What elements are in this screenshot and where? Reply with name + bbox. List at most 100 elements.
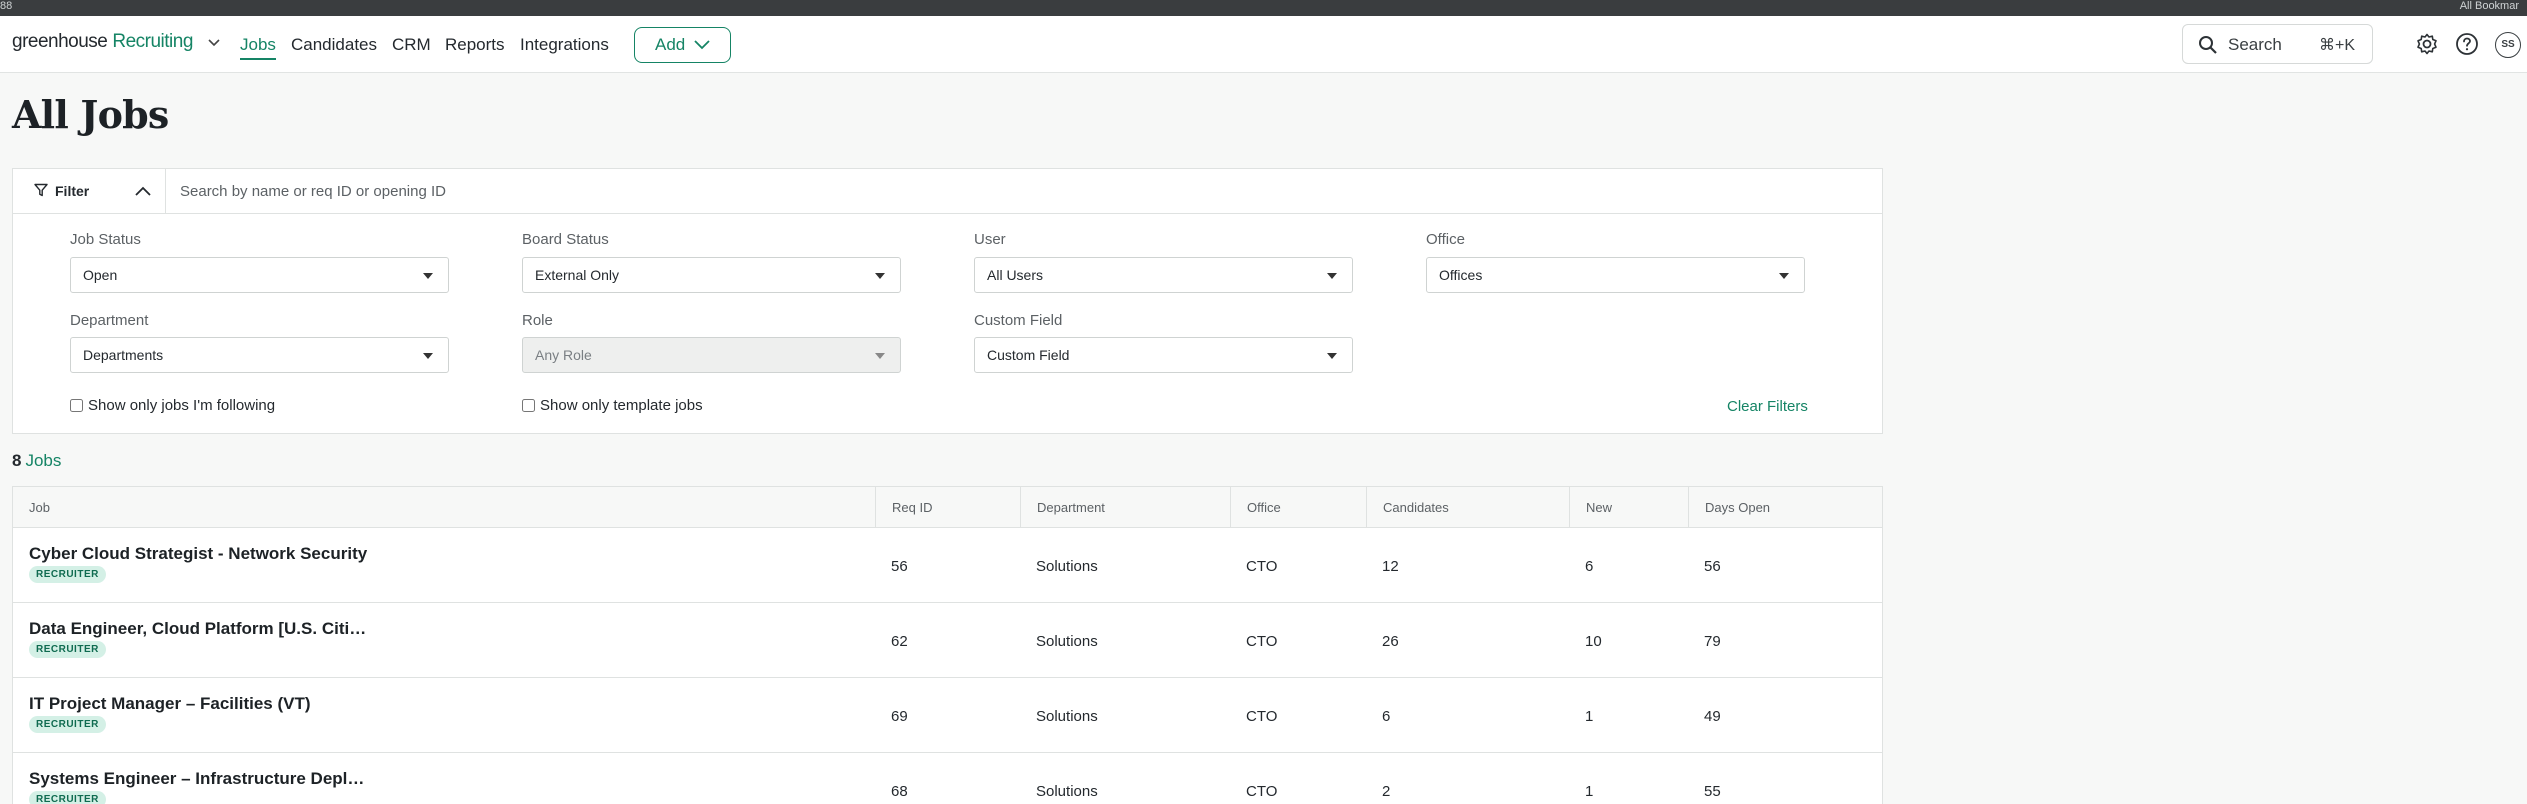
- col-office[interactable]: Office: [1230, 487, 1366, 528]
- chevron-up-icon: [135, 186, 151, 196]
- add-button-label: Add: [655, 35, 686, 54]
- avatar[interactable]: SS: [2495, 32, 2521, 58]
- table-row[interactable]: Systems Engineer – Infrastructure Deploy…: [13, 753, 1882, 804]
- user-label: User: [974, 231, 1006, 248]
- table-row[interactable]: Cyber Cloud Strategist - Network Securit…: [13, 528, 1882, 603]
- filter-toggle[interactable]: Filter: [13, 169, 166, 214]
- user-value: All Users: [987, 267, 1044, 283]
- office-value: Offices: [1439, 267, 1483, 283]
- brand-name: greenhouse: [12, 31, 108, 52]
- template-checkbox[interactable]: Show only template jobs: [522, 397, 703, 414]
- role-value: Any Role: [535, 347, 592, 363]
- req-id-cell: 62: [891, 633, 908, 650]
- col-candidates[interactable]: Candidates: [1366, 487, 1569, 528]
- new-cell[interactable]: 1: [1585, 783, 1593, 800]
- col-job[interactable]: Job: [13, 487, 875, 528]
- search-icon: [2199, 36, 2217, 54]
- custom-field-select[interactable]: Custom Field: [974, 337, 1353, 373]
- nav-candidates[interactable]: Candidates: [291, 35, 377, 55]
- department-select[interactable]: Departments: [70, 337, 449, 373]
- job-status-select[interactable]: Open: [70, 257, 449, 293]
- role-select: Any Role: [522, 337, 901, 373]
- col-department[interactable]: Department: [1020, 487, 1230, 528]
- search-shortcut: ⌘+K: [2318, 37, 2355, 54]
- days-open-cell: 56: [1704, 558, 1721, 575]
- candidates-cell[interactable]: 26: [1382, 633, 1399, 650]
- office-select[interactable]: Offices: [1426, 257, 1805, 293]
- days-open-cell: 55: [1704, 783, 1721, 800]
- office-label: Office: [1426, 231, 1465, 248]
- days-open-cell: 79: [1704, 633, 1721, 650]
- req-id-cell: 68: [891, 783, 908, 800]
- table-row[interactable]: IT Project Manager – Facilities (VT) REC…: [13, 678, 1882, 753]
- recruiter-badge: RECRUITER: [29, 641, 106, 658]
- table-header: Job Req ID Department Office Candidates …: [13, 487, 1882, 528]
- new-cell[interactable]: 10: [1585, 633, 1602, 650]
- job-search-input[interactable]: [166, 169, 1882, 214]
- caret-down-icon: [1779, 273, 1789, 279]
- clear-filters-link[interactable]: Clear Filters: [1727, 398, 1808, 415]
- req-id-cell: 69: [891, 708, 908, 725]
- job-status-label: Job Status: [70, 231, 141, 248]
- caret-down-icon: [1327, 353, 1337, 359]
- top-navigation: greenhouse Recruiting Jobs Candidates CRM…: [0, 16, 2527, 73]
- caret-down-icon: [423, 353, 433, 359]
- following-checkbox-input[interactable]: [70, 399, 83, 412]
- office-cell: CTO: [1246, 708, 1278, 725]
- jobs-count: 8 Jobs: [12, 451, 61, 471]
- nav-reports[interactable]: Reports: [445, 35, 505, 55]
- recruiter-badge: RECRUITER: [29, 716, 106, 733]
- department-cell: Solutions: [1036, 708, 1098, 725]
- nav-integrations[interactable]: Integrations: [520, 35, 609, 55]
- col-new[interactable]: New: [1569, 487, 1688, 528]
- gear-icon[interactable]: [2415, 32, 2439, 56]
- user-select[interactable]: All Users: [974, 257, 1353, 293]
- candidates-cell[interactable]: 6: [1382, 708, 1390, 725]
- search-label: Search: [2228, 35, 2282, 54]
- jobs-count-label: Jobs: [25, 451, 62, 470]
- job-status-value: Open: [83, 267, 118, 283]
- filter-panel: Filter Job Status Open Board Status Exte…: [12, 168, 1883, 434]
- job-title-link[interactable]: Systems Engineer – Infrastructure Deploy…: [29, 769, 369, 789]
- following-checkbox[interactable]: Show only jobs I'm following: [70, 397, 275, 414]
- brand-product: Recruiting: [112, 31, 193, 52]
- board-status-value: External Only: [535, 267, 620, 283]
- job-title-link[interactable]: IT Project Manager – Facilities (VT): [29, 694, 311, 714]
- job-title-link[interactable]: Cyber Cloud Strategist - Network Securit…: [29, 544, 367, 564]
- req-id-cell: 56: [891, 558, 908, 575]
- global-search[interactable]: Search ⌘+K: [2182, 24, 2373, 64]
- template-checkbox-input[interactable]: [522, 399, 535, 412]
- nav-jobs[interactable]: Jobs: [240, 35, 276, 60]
- department-cell: Solutions: [1036, 558, 1098, 575]
- bookmarks-label[interactable]: All Bookmar: [2460, 0, 2519, 12]
- job-title-link[interactable]: Data Engineer, Cloud Platform [U.S. Citi…: [29, 619, 369, 639]
- col-days-open[interactable]: Days Open: [1688, 487, 1882, 528]
- caret-down-icon: [423, 273, 433, 279]
- office-cell: CTO: [1246, 633, 1278, 650]
- role-label: Role: [522, 312, 553, 329]
- caret-down-icon: [1327, 273, 1337, 279]
- board-status-select[interactable]: External Only: [522, 257, 901, 293]
- candidates-cell[interactable]: 12: [1382, 558, 1399, 575]
- filter-icon: [34, 183, 48, 197]
- department-label: Department: [70, 312, 149, 329]
- add-button[interactable]: Add: [634, 27, 731, 63]
- browser-top-strip: 88 All Bookmar: [0, 0, 2527, 16]
- brand-logo[interactable]: greenhouse Recruiting: [12, 31, 220, 53]
- table-row[interactable]: Data Engineer, Cloud Platform [U.S. Citi…: [13, 603, 1882, 678]
- department-cell: Solutions: [1036, 633, 1098, 650]
- office-cell: CTO: [1246, 783, 1278, 800]
- new-cell[interactable]: 1: [1585, 708, 1593, 725]
- new-cell[interactable]: 6: [1585, 558, 1593, 575]
- candidates-cell[interactable]: 2: [1382, 783, 1390, 800]
- caret-down-icon: [875, 353, 885, 359]
- col-req-id[interactable]: Req ID: [875, 487, 1020, 528]
- help-icon[interactable]: [2455, 32, 2479, 56]
- grid-icon: 88: [0, 0, 13, 12]
- template-label: Show only template jobs: [540, 397, 703, 414]
- page-title: All Jobs: [12, 92, 169, 137]
- recruiter-badge: RECRUITER: [29, 791, 106, 804]
- custom-field-value: Custom Field: [987, 347, 1070, 363]
- chevron-down-icon: [208, 34, 220, 50]
- nav-crm[interactable]: CRM: [392, 35, 431, 55]
